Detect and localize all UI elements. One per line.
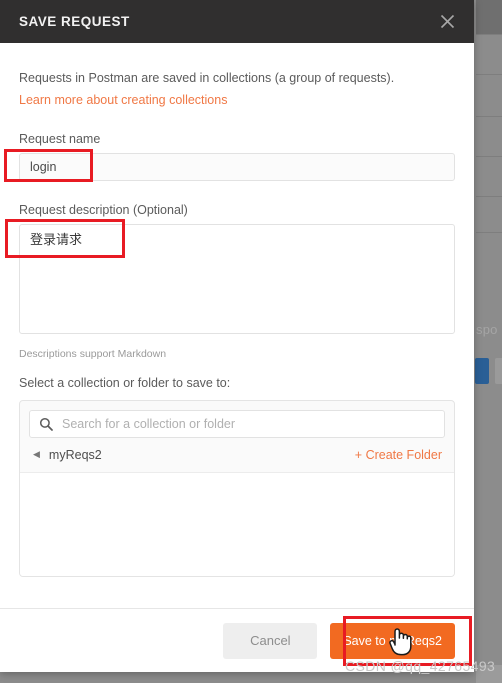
- collection-search-box[interactable]: [29, 409, 445, 438]
- backdrop-divider: [476, 34, 502, 35]
- backdrop-statusbar: [476, 665, 502, 683]
- collection-picker: ◀ myReqs2 + Create Folder: [19, 399, 455, 577]
- collection-tree-empty-area: [20, 472, 454, 576]
- save-to-collection-button[interactable]: Save to myReqs2: [330, 622, 455, 659]
- collection-search-input[interactable]: [60, 415, 435, 432]
- select-collection-label: Select a collection or folder to save to…: [19, 375, 231, 390]
- request-description-textarea[interactable]: [19, 223, 455, 334]
- backdrop-response-label: spo: [476, 322, 498, 337]
- close-icon[interactable]: [434, 9, 460, 35]
- request-name-input[interactable]: [19, 152, 455, 181]
- backdrop-divider: [476, 196, 502, 197]
- request-name-label: Request name: [19, 131, 101, 146]
- modal-header: SAVE REQUEST: [0, 0, 474, 43]
- create-folder-button[interactable]: + Create Folder: [355, 448, 442, 462]
- backdrop-divider: [476, 116, 502, 117]
- modal-body: Requests in Postman are saved in collect…: [0, 43, 474, 608]
- request-description-label: Request description (Optional): [19, 202, 188, 217]
- collection-name: myReqs2: [48, 447, 102, 462]
- learn-more-link[interactable]: Learn more about creating collections: [19, 90, 227, 110]
- modal-title: SAVE REQUEST: [19, 14, 130, 29]
- save-request-modal: SAVE REQUEST Requests in Postman are sav…: [0, 0, 474, 672]
- backdrop-divider: [476, 156, 502, 157]
- backdrop-divider: [476, 232, 502, 233]
- modal-footer: Cancel Save to myReqs2: [0, 608, 474, 672]
- backdrop-send-button[interactable]: [475, 358, 489, 384]
- caret-left-icon[interactable]: ◀: [33, 450, 40, 459]
- backdrop-save-button[interactable]: [495, 358, 502, 384]
- markdown-note: Descriptions support Markdown: [19, 347, 167, 360]
- backdrop-divider: [476, 74, 502, 75]
- backdrop-topbar: [476, 0, 502, 34]
- cancel-button[interactable]: Cancel: [223, 622, 318, 659]
- collection-row-myreqs2[interactable]: ◀ myReqs2 + Create Folder: [20, 438, 454, 473]
- search-icon: [39, 417, 53, 431]
- intro-text: Requests in Postman are saved in collect…: [19, 71, 395, 85]
